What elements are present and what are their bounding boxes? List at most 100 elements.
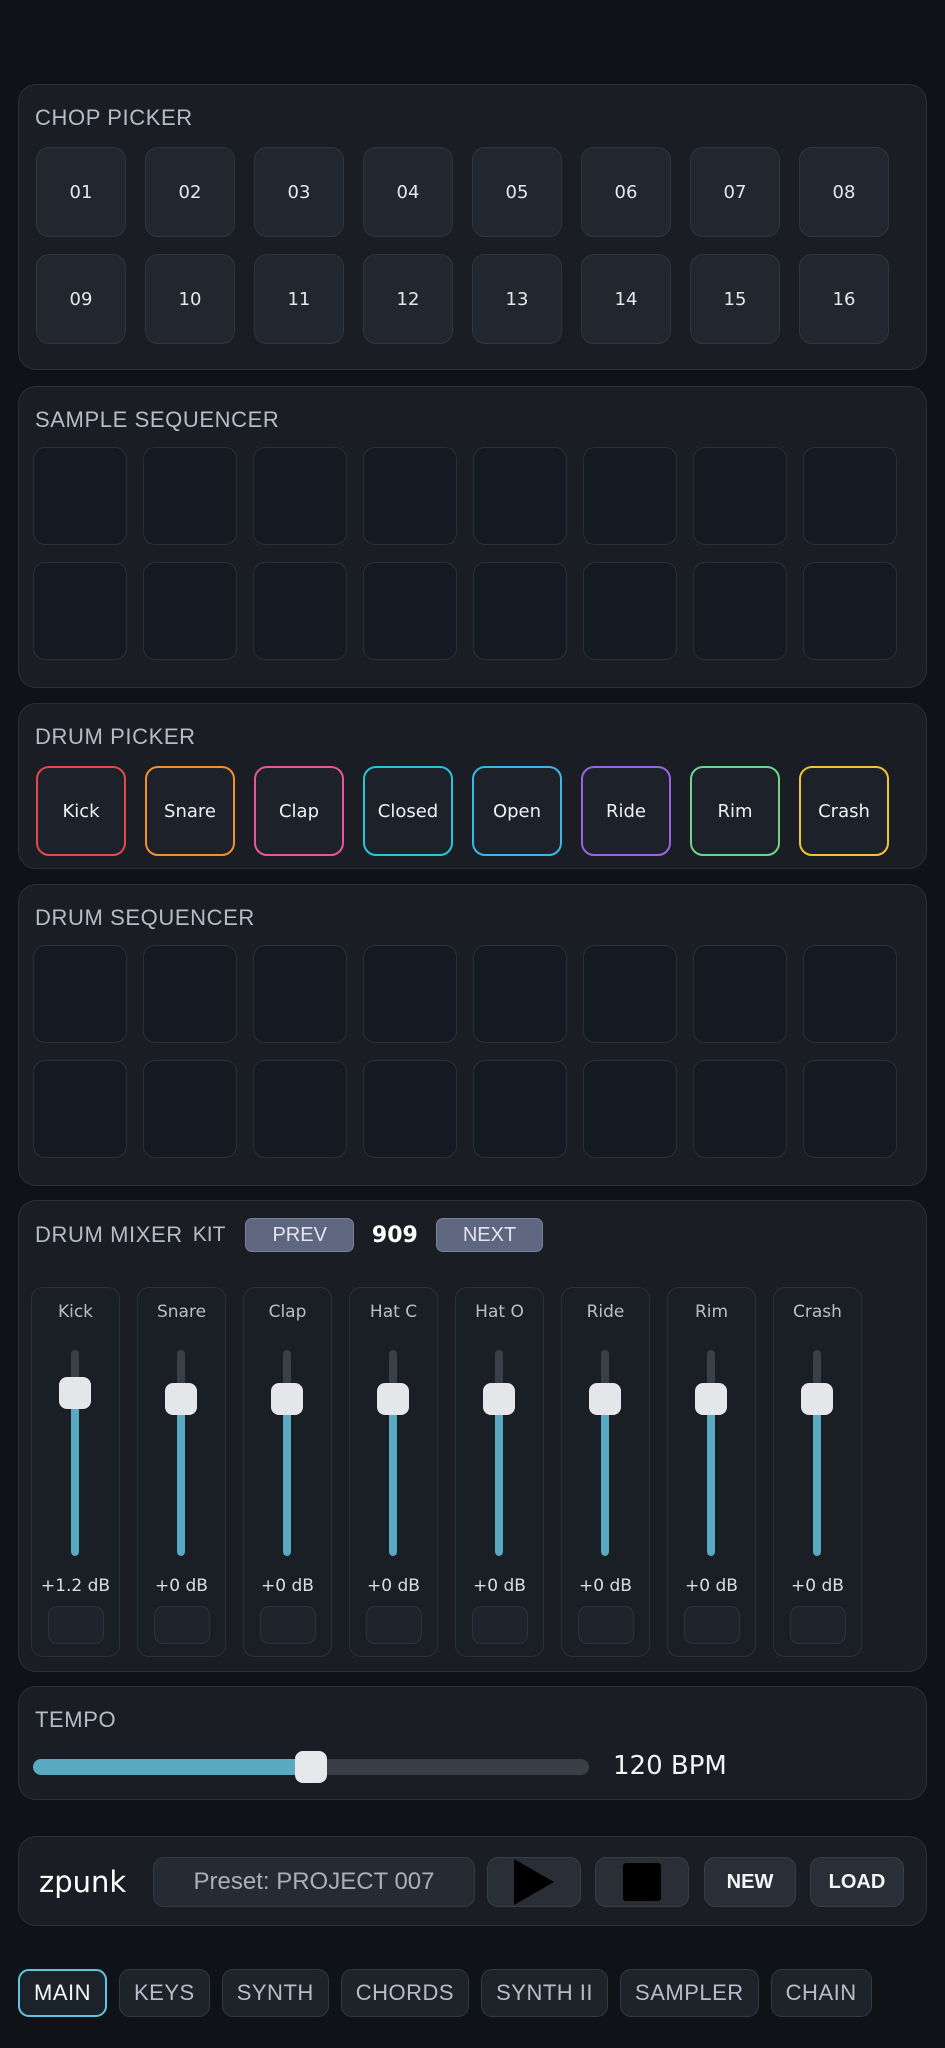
sample-step[interactable] xyxy=(473,562,567,660)
drum-step[interactable] xyxy=(143,945,237,1043)
load-button[interactable]: LOAD xyxy=(810,1857,904,1907)
channel-mute-button[interactable] xyxy=(472,1606,528,1644)
channel-fader-handle[interactable] xyxy=(377,1383,409,1416)
channel-fader[interactable] xyxy=(177,1350,185,1556)
chop-pad[interactable]: 08 xyxy=(799,147,889,237)
sample-step[interactable] xyxy=(33,447,127,545)
drum-step[interactable] xyxy=(583,945,677,1043)
sample-step[interactable] xyxy=(253,447,347,545)
chop-pad[interactable]: 04 xyxy=(363,147,453,237)
tempo-slider[interactable] xyxy=(33,1751,589,1783)
mixer-channel: Hat O +0 dB xyxy=(455,1287,544,1657)
drum-step[interactable] xyxy=(583,1060,677,1158)
chop-pad[interactable]: 09 xyxy=(36,254,126,344)
drum-pick-rim[interactable]: Rim xyxy=(690,766,780,856)
sample-step[interactable] xyxy=(363,562,457,660)
drum-pick-crash[interactable]: Crash xyxy=(799,766,889,856)
channel-label: Snare xyxy=(156,1302,207,1322)
chop-pad[interactable]: 02 xyxy=(145,147,235,237)
chop-pad[interactable]: 07 xyxy=(690,147,780,237)
channel-mute-button[interactable] xyxy=(260,1606,316,1644)
tab-synth-ii[interactable]: SYNTH II xyxy=(481,1969,609,2017)
chop-pad[interactable]: 12 xyxy=(363,254,453,344)
channel-fader-handle[interactable] xyxy=(271,1383,303,1416)
drum-step[interactable] xyxy=(693,945,787,1043)
sample-step[interactable] xyxy=(143,562,237,660)
channel-fader-handle[interactable] xyxy=(165,1383,197,1416)
drum-pick-snare[interactable]: Snare xyxy=(145,766,235,856)
kit-next-button[interactable]: NEXT xyxy=(435,1218,544,1252)
tab-synth[interactable]: SYNTH xyxy=(221,1969,329,2017)
drum-step[interactable] xyxy=(363,1060,457,1158)
drum-step[interactable] xyxy=(473,945,567,1043)
drum-pick-ride[interactable]: Ride xyxy=(581,766,671,856)
channel-fader-handle[interactable] xyxy=(801,1383,833,1416)
sample-step[interactable] xyxy=(253,562,347,660)
sample-step[interactable] xyxy=(473,447,567,545)
drum-pick-kick[interactable]: Kick xyxy=(36,766,126,856)
drum-step[interactable] xyxy=(803,1060,897,1158)
drum-step[interactable] xyxy=(363,945,457,1043)
preset-field[interactable]: Preset: PROJECT 007 xyxy=(153,1857,475,1907)
channel-label: Hat C xyxy=(369,1302,418,1322)
channel-fader[interactable] xyxy=(707,1350,715,1556)
chop-pad[interactable]: 15 xyxy=(690,254,780,344)
sample-step[interactable] xyxy=(583,447,677,545)
channel-mute-button[interactable] xyxy=(48,1606,104,1644)
channel-fader[interactable] xyxy=(389,1350,397,1556)
sample-step[interactable] xyxy=(693,562,787,660)
play-button[interactable] xyxy=(487,1857,581,1907)
sample-step[interactable] xyxy=(33,562,127,660)
channel-mute-button[interactable] xyxy=(578,1606,634,1644)
channel-mute-button[interactable] xyxy=(366,1606,422,1644)
sample-step[interactable] xyxy=(143,447,237,545)
sample-step[interactable] xyxy=(363,447,457,545)
drum-step[interactable] xyxy=(473,1060,567,1158)
channel-fader-handle[interactable] xyxy=(59,1377,91,1410)
chop-pad[interactable]: 06 xyxy=(581,147,671,237)
kit-prev-button[interactable]: PREV xyxy=(245,1218,354,1252)
drum-pick-clap[interactable]: Clap xyxy=(254,766,344,856)
drum-pick-closed[interactable]: Closed xyxy=(363,766,453,856)
drum-picker-title: DRUM PICKER xyxy=(35,724,196,749)
drum-step[interactable] xyxy=(803,945,897,1043)
tempo-slider-handle[interactable] xyxy=(295,1751,327,1783)
tab-keys[interactable]: KEYS xyxy=(119,1969,210,2017)
channel-fader[interactable] xyxy=(495,1350,503,1556)
channel-fader[interactable] xyxy=(283,1350,291,1556)
channel-fader-handle[interactable] xyxy=(695,1383,727,1416)
tab-chain[interactable]: CHAIN xyxy=(770,1969,872,2017)
drum-step[interactable] xyxy=(253,945,347,1043)
drum-step[interactable] xyxy=(143,1060,237,1158)
chop-pad[interactable]: 01 xyxy=(36,147,126,237)
chop-pad[interactable]: 10 xyxy=(145,254,235,344)
channel-fader[interactable] xyxy=(601,1350,609,1556)
chop-pad[interactable]: 14 xyxy=(581,254,671,344)
mixer-channels: Kick +1.2 dB Snare +0 dB Clap +0 dB Hat C +0 dB… xyxy=(31,1287,862,1657)
tab-chords[interactable]: CHORDS xyxy=(340,1969,470,2017)
sample-step[interactable] xyxy=(803,447,897,545)
channel-mute-button[interactable] xyxy=(790,1606,846,1644)
tab-main[interactable]: MAIN xyxy=(18,1969,107,2017)
channel-fader-handle[interactable] xyxy=(589,1383,621,1416)
channel-mute-button[interactable] xyxy=(154,1606,210,1644)
drum-step[interactable] xyxy=(693,1060,787,1158)
chop-pad[interactable]: 13 xyxy=(472,254,562,344)
sample-step[interactable] xyxy=(803,562,897,660)
drum-step[interactable] xyxy=(33,945,127,1043)
chop-pad[interactable]: 16 xyxy=(799,254,889,344)
chop-pad[interactable]: 05 xyxy=(472,147,562,237)
tab-sampler[interactable]: SAMPLER xyxy=(620,1969,759,2017)
channel-fader-handle[interactable] xyxy=(483,1383,515,1416)
chop-pad[interactable]: 11 xyxy=(254,254,344,344)
new-button[interactable]: NEW xyxy=(704,1857,796,1907)
drum-step[interactable] xyxy=(33,1060,127,1158)
channel-mute-button[interactable] xyxy=(684,1606,740,1644)
drum-pick-open[interactable]: Open xyxy=(472,766,562,856)
drum-step[interactable] xyxy=(253,1060,347,1158)
chop-pad[interactable]: 03 xyxy=(254,147,344,237)
sample-step[interactable] xyxy=(583,562,677,660)
stop-button[interactable] xyxy=(595,1857,689,1907)
sample-step[interactable] xyxy=(693,447,787,545)
channel-fader[interactable] xyxy=(813,1350,821,1556)
